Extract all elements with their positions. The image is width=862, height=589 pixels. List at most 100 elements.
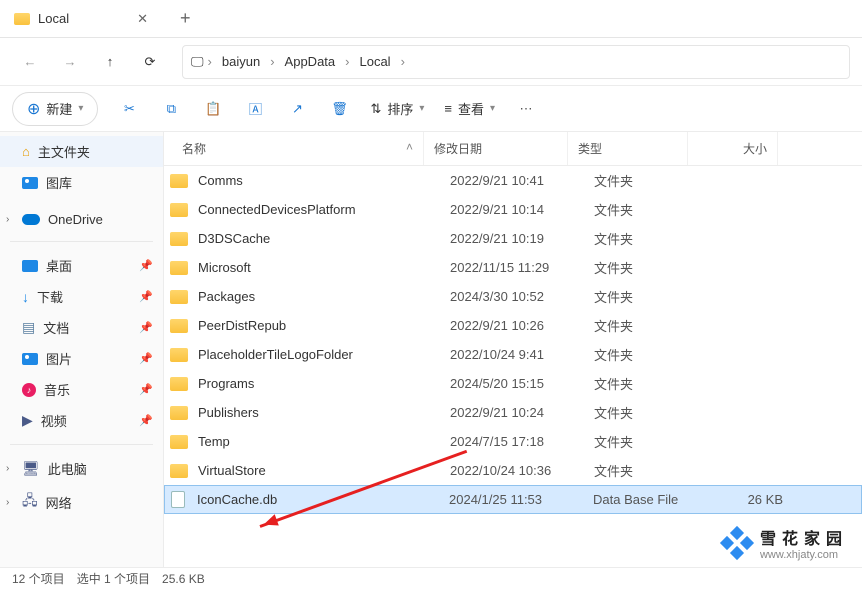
network-icon: 🖧	[22, 490, 38, 514]
sidebar: ⌂ 主文件夹 图库 › OneDrive 桌面 📌 ↓ 下载 📌 ▤ 文档 📌	[0, 132, 164, 567]
breadcrumb-item[interactable]: AppData	[279, 50, 342, 73]
separator	[10, 444, 153, 445]
file-type: Data Base File	[593, 492, 713, 507]
home-icon: ⌂	[22, 144, 30, 159]
rename-icon[interactable]: 🄰	[244, 98, 266, 120]
sidebar-item-documents[interactable]: ▤ 文档 📌	[0, 312, 163, 343]
status-selected: 选中 1 个项目	[77, 570, 150, 587]
monitor-icon[interactable]: 🖵	[191, 54, 204, 70]
file-date: 2024/7/15 17:18	[450, 434, 594, 449]
file-type: 文件夹	[594, 374, 714, 393]
delete-icon[interactable]: 🗑	[328, 98, 350, 120]
main: ⌂ 主文件夹 图库 › OneDrive 桌面 📌 ↓ 下载 📌 ▤ 文档 📌	[0, 132, 862, 567]
cut-icon[interactable]: ✂	[118, 98, 140, 120]
file-row[interactable]: VirtualStore2022/10/24 10:36文件夹	[164, 456, 862, 485]
file-row[interactable]: ConnectedDevicesPlatform2022/9/21 10:14文…	[164, 195, 862, 224]
file-type: 文件夹	[594, 461, 714, 480]
folder-icon	[170, 174, 188, 188]
file-row[interactable]: IconCache.db2024/1/25 11:53Data Base Fil…	[164, 485, 862, 514]
pin-icon[interactable]: 📌	[139, 290, 153, 303]
pin-icon[interactable]: 📌	[139, 259, 153, 272]
gallery-icon	[22, 177, 38, 189]
pin-icon[interactable]: 📌	[139, 321, 153, 334]
sidebar-item-home[interactable]: ⌂ 主文件夹	[0, 136, 163, 167]
view-button[interactable]: ≡ 查看 ▾	[444, 99, 495, 118]
file-date: 2022/10/24 10:36	[450, 463, 594, 478]
sidebar-item-videos[interactable]: ▶ 视频 📌	[0, 405, 163, 436]
file-name: Microsoft	[198, 260, 450, 275]
paste-icon[interactable]: 📋	[202, 98, 224, 120]
pin-icon[interactable]: 📌	[139, 352, 153, 365]
sidebar-item-music[interactable]: ♪ 音乐 📌	[0, 374, 163, 405]
breadcrumb-item[interactable]: baiyun	[216, 50, 266, 73]
breadcrumb[interactable]: 🖵 › baiyun › AppData › Local ›	[182, 45, 850, 79]
sort-button[interactable]: ⇅ 排序 ▾	[370, 99, 424, 118]
file-type: 文件夹	[594, 258, 714, 277]
copy-icon[interactable]: ⧉	[160, 98, 182, 120]
file-name: Temp	[198, 434, 450, 449]
folder-icon	[170, 435, 188, 449]
folder-icon	[170, 232, 188, 246]
chevron-right-icon[interactable]: ›	[6, 214, 9, 225]
refresh-button[interactable]: ⟳	[132, 44, 168, 80]
sidebar-item-downloads[interactable]: ↓ 下载 📌	[0, 281, 163, 312]
share-icon[interactable]: ↗	[286, 98, 308, 120]
status-count: 12 个项目	[12, 570, 65, 587]
up-button[interactable]: ↑	[92, 44, 128, 80]
tab-close-icon[interactable]: ✕	[137, 11, 148, 27]
chevron-down-icon: ▾	[419, 103, 424, 114]
sidebar-item-desktop[interactable]: 桌面 📌	[0, 250, 163, 281]
file-row[interactable]: Comms2022/9/21 10:41文件夹	[164, 166, 862, 195]
file-date: 2024/3/30 10:52	[450, 289, 594, 304]
file-row[interactable]: Temp2024/7/15 17:18文件夹	[164, 427, 862, 456]
column-type[interactable]: 类型	[568, 132, 688, 165]
more-icon[interactable]: ⋯	[515, 98, 537, 120]
chevron-right-icon: ›	[270, 54, 274, 69]
file-date: 2022/10/24 9:41	[450, 347, 594, 362]
file-row[interactable]: Programs2024/5/20 15:15文件夹	[164, 369, 862, 398]
folder-icon	[170, 348, 188, 362]
file-row[interactable]: D3DSCache2022/9/21 10:19文件夹	[164, 224, 862, 253]
file-date: 2022/11/15 11:29	[450, 260, 594, 275]
new-label: 新建	[46, 99, 72, 118]
chevron-down-icon: ▾	[490, 103, 495, 114]
pin-icon[interactable]: 📌	[139, 383, 153, 396]
tab-title: Local	[38, 11, 69, 26]
file-date: 2022/9/21 10:26	[450, 318, 594, 333]
chevron-right-icon: ›	[208, 54, 212, 69]
column-name[interactable]: 名称˄	[164, 132, 424, 165]
download-icon: ↓	[22, 289, 29, 305]
file-date: 2022/9/21 10:19	[450, 231, 594, 246]
new-tab-button[interactable]: +	[180, 8, 191, 29]
breadcrumb-item[interactable]: Local	[353, 50, 396, 73]
file-name: PlaceholderTileLogoFolder	[198, 347, 450, 362]
file-date: 2024/1/25 11:53	[449, 492, 593, 507]
file-row[interactable]: Packages2024/3/30 10:52文件夹	[164, 282, 862, 311]
sidebar-item-thispc[interactable]: › 🖥 此电脑	[0, 453, 163, 484]
file-row[interactable]: Publishers2022/9/21 10:24文件夹	[164, 398, 862, 427]
tab-current[interactable]: Local ✕	[0, 0, 162, 37]
file-type: 文件夹	[594, 229, 714, 248]
file-row[interactable]: PlaceholderTileLogoFolder2022/10/24 9:41…	[164, 340, 862, 369]
column-size[interactable]: 大小	[688, 132, 778, 165]
chevron-right-icon[interactable]: ›	[6, 497, 9, 508]
folder-icon	[170, 406, 188, 420]
file-row[interactable]: PeerDistRepub2022/9/21 10:26文件夹	[164, 311, 862, 340]
sidebar-item-network[interactable]: › 🖧 网络	[0, 484, 163, 520]
folder-icon	[170, 319, 188, 333]
chevron-right-icon[interactable]: ›	[6, 463, 9, 474]
file-name: Programs	[198, 376, 450, 391]
desktop-icon	[22, 260, 38, 272]
sidebar-item-gallery[interactable]: 图库	[0, 167, 163, 198]
column-date[interactable]: 修改日期	[424, 132, 568, 165]
new-button[interactable]: ⊕ 新建 ▾	[12, 92, 98, 126]
statusbar: 12 个项目 选中 1 个项目 25.6 KB	[0, 567, 862, 589]
status-size: 25.6 KB	[162, 572, 205, 586]
titlebar: Local ✕ +	[0, 0, 862, 38]
sidebar-item-onedrive[interactable]: › OneDrive	[0, 206, 163, 233]
pin-icon[interactable]: 📌	[139, 414, 153, 427]
file-row[interactable]: Microsoft2022/11/15 11:29文件夹	[164, 253, 862, 282]
sidebar-item-pictures[interactable]: 图片 📌	[0, 343, 163, 374]
forward-button[interactable]: →	[52, 44, 88, 80]
back-button[interactable]: ←	[12, 44, 48, 80]
